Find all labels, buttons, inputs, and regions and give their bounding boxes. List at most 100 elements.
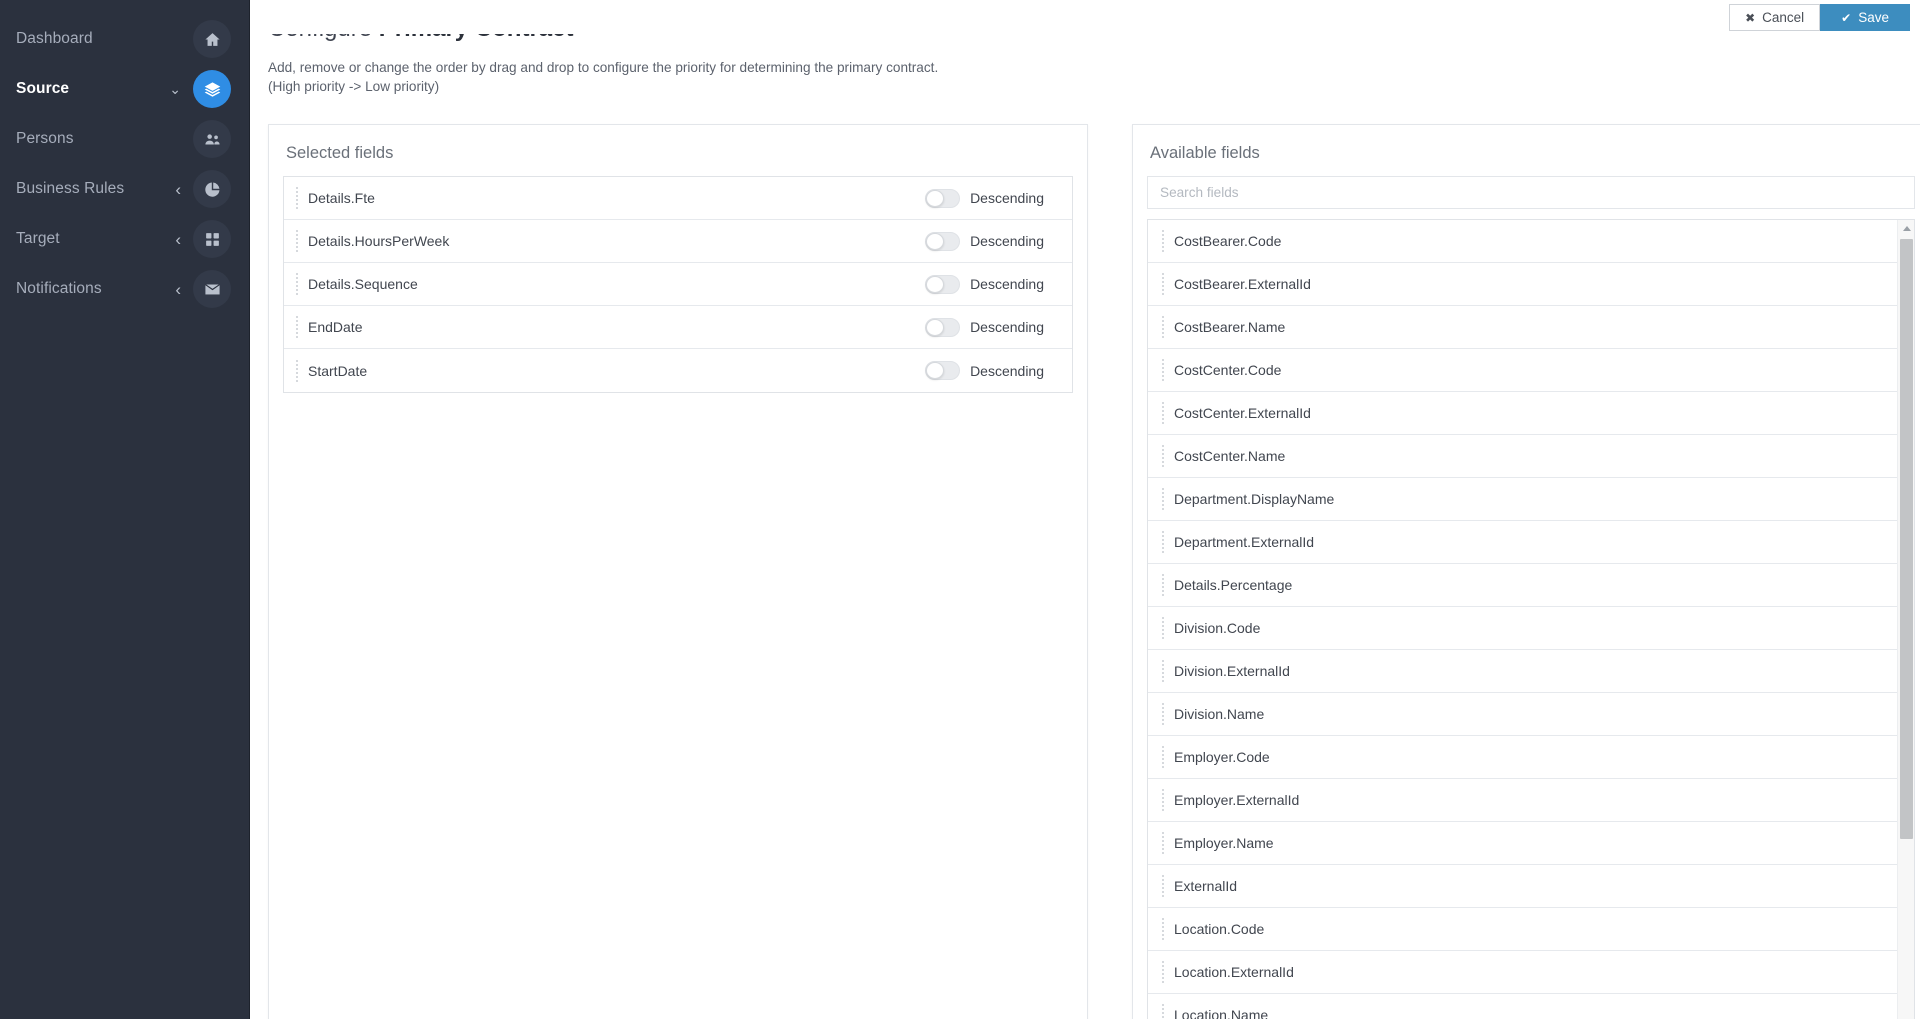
available-field-label: Department.DisplayName <box>1174 491 1335 507</box>
available-field-row[interactable]: Department.ExternalId <box>1148 521 1897 564</box>
selected-field-row[interactable]: Details.Sequence Descending <box>284 263 1072 306</box>
sort-direction-control: Descending <box>925 274 1044 294</box>
drag-handle-icon[interactable] <box>1158 359 1168 381</box>
panels-row: Selected fields Details.Fte Descending Det… <box>250 124 1920 1019</box>
selected-field-row[interactable]: Details.Fte Descending <box>284 177 1072 220</box>
selected-field-row[interactable]: Details.HoursPerWeek Descending <box>284 220 1072 263</box>
chevron-down-icon[interactable]: ⌄ <box>169 82 181 96</box>
sidebar-item-label: Target <box>16 230 60 247</box>
drag-handle-icon[interactable] <box>1158 1004 1168 1019</box>
chevron-left-icon[interactable]: ‹ <box>175 281 181 298</box>
descending-toggle-label: Descending <box>970 276 1044 292</box>
chevron-left-icon[interactable]: ‹ <box>175 231 181 248</box>
check-icon: ✔ <box>1841 10 1852 25</box>
available-field-row[interactable]: CostCenter.Name <box>1148 435 1897 478</box>
available-field-label: CostCenter.Name <box>1174 448 1286 464</box>
search-input[interactable] <box>1147 176 1915 209</box>
available-field-label: Division.ExternalId <box>1174 663 1290 679</box>
available-fields-scrollbar[interactable] <box>1897 220 1914 1019</box>
cancel-button[interactable]: ✖ Cancel <box>1729 4 1821 31</box>
descending-toggle[interactable] <box>925 361 961 380</box>
toggle-knob <box>926 362 945 379</box>
sidebar-item-source[interactable]: Source ⌄ <box>0 64 249 114</box>
pie-chart-icon <box>193 170 231 208</box>
available-field-row[interactable]: Employer.ExternalId <box>1148 779 1897 822</box>
selected-fields-title: Selected fields <box>286 144 394 162</box>
toggle-knob <box>926 189 945 207</box>
drag-handle-icon[interactable] <box>292 187 302 209</box>
people-icon <box>193 120 231 158</box>
available-field-row[interactable]: CostCenter.Code <box>1148 349 1897 392</box>
drag-handle-icon[interactable] <box>1158 961 1168 983</box>
available-field-row[interactable]: CostCenter.ExternalId <box>1148 392 1897 435</box>
available-field-label: ExternalId <box>1174 878 1238 894</box>
descending-toggle-label: Descending <box>970 190 1044 206</box>
selected-field-row[interactable]: StartDate Descending <box>284 349 1072 392</box>
drag-handle-icon[interactable] <box>1158 703 1168 725</box>
sidebar-item-target[interactable]: Target ‹ <box>0 214 249 264</box>
available-field-row[interactable]: Employer.Code <box>1148 736 1897 779</box>
sidebar-item-business-rules[interactable]: Business Rules ‹ <box>0 164 249 214</box>
drag-handle-icon[interactable] <box>1158 531 1168 553</box>
available-field-row[interactable]: Details.Percentage <box>1148 564 1897 607</box>
drag-handle-icon[interactable] <box>1158 316 1168 338</box>
selected-field-label: StartDate <box>308 362 368 379</box>
descending-toggle[interactable] <box>925 231 961 251</box>
descending-toggle-label: Descending <box>970 233 1044 249</box>
available-field-row[interactable]: CostBearer.Code <box>1148 220 1897 263</box>
available-field-row[interactable]: Location.Name <box>1148 994 1897 1019</box>
selected-field-row[interactable]: EndDate Descending <box>284 306 1072 349</box>
available-field-row[interactable]: Division.Name <box>1148 693 1897 736</box>
drag-handle-icon[interactable] <box>1158 230 1168 252</box>
available-field-row[interactable]: CostBearer.Name <box>1148 306 1897 349</box>
save-button-label: Save <box>1858 10 1889 25</box>
drag-handle-icon[interactable] <box>1158 875 1168 897</box>
available-field-row[interactable]: Division.Code <box>1148 607 1897 650</box>
descending-toggle[interactable] <box>925 274 961 294</box>
drag-handle-icon[interactable] <box>1158 574 1168 596</box>
sidebar-item-notifications[interactable]: Notifications ‹ <box>0 264 249 314</box>
descending-toggle-label: Descending <box>970 362 1044 379</box>
drag-handle-icon[interactable] <box>292 316 302 338</box>
available-fields-panel: Available fields CostBearer.Code CostBear… <box>1132 124 1920 1019</box>
available-field-row[interactable]: Location.ExternalId <box>1148 951 1897 994</box>
drag-handle-icon[interactable] <box>1158 918 1168 940</box>
drag-handle-icon[interactable] <box>1158 402 1168 424</box>
available-field-row[interactable]: Department.DisplayName <box>1148 478 1897 521</box>
drag-handle-icon[interactable] <box>292 273 302 295</box>
available-field-row[interactable]: Employer.Name <box>1148 822 1897 865</box>
drag-handle-icon[interactable] <box>1158 660 1168 682</box>
available-field-label: Location.ExternalId <box>1174 964 1294 980</box>
scroll-up-arrow-icon[interactable] <box>1898 220 1914 237</box>
drag-handle-icon[interactable] <box>1158 273 1168 295</box>
available-field-label: CostBearer.Name <box>1174 319 1286 335</box>
available-field-row[interactable]: CostBearer.ExternalId <box>1148 263 1897 306</box>
drag-handle-icon[interactable] <box>1158 789 1168 811</box>
drag-handle-icon[interactable] <box>1158 488 1168 510</box>
descending-toggle[interactable] <box>925 317 961 337</box>
drag-handle-icon[interactable] <box>292 230 302 252</box>
available-field-label: CostBearer.Code <box>1174 233 1282 249</box>
selected-field-label: EndDate <box>308 319 363 335</box>
available-fields-title: Available fields <box>1150 144 1260 162</box>
page-description: Add, remove or change the order by drag … <box>268 58 1920 96</box>
available-field-row[interactable]: Location.Code <box>1148 908 1897 951</box>
drag-handle-icon[interactable] <box>1158 617 1168 639</box>
sidebar-item-dashboard[interactable]: Dashboard <box>0 14 249 64</box>
layers-icon <box>193 70 231 108</box>
drag-handle-icon[interactable] <box>1158 746 1168 768</box>
available-field-row[interactable]: Division.ExternalId <box>1148 650 1897 693</box>
available-field-label: Employer.Code <box>1174 749 1270 765</box>
chevron-left-icon[interactable]: ‹ <box>175 181 181 198</box>
selected-field-label: Details.Fte <box>308 190 375 206</box>
drag-handle-icon[interactable] <box>1158 445 1168 467</box>
sidebar-item-label: Persons <box>16 130 74 147</box>
save-button[interactable]: ✔ Save <box>1820 4 1910 31</box>
descending-toggle[interactable] <box>925 188 961 208</box>
sidebar-item-persons[interactable]: Persons <box>0 114 249 164</box>
drag-handle-icon[interactable] <box>292 359 302 382</box>
scrollbar-thumb[interactable] <box>1900 239 1913 839</box>
drag-handle-icon[interactable] <box>1158 832 1168 854</box>
available-field-row[interactable]: ExternalId <box>1148 865 1897 908</box>
main-content: ✖ Cancel ✔ Save Configure Primary Contra… <box>250 0 1920 1019</box>
